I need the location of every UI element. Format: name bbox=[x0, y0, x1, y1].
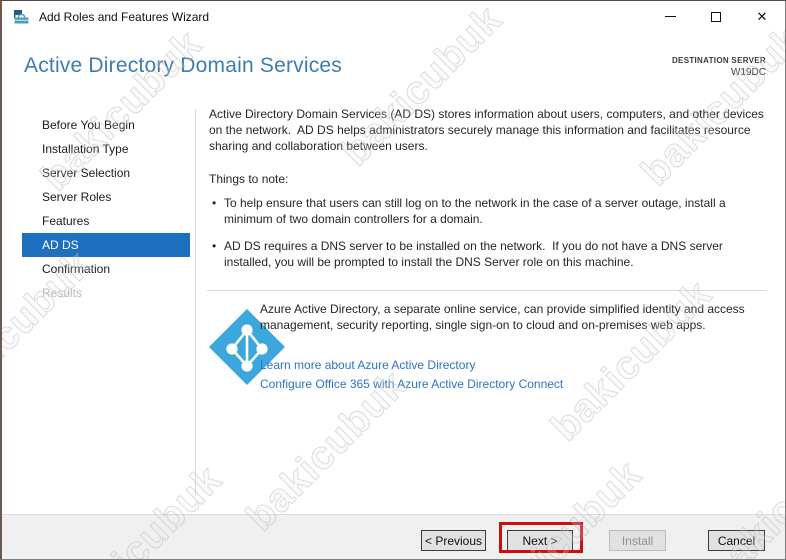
destination-server-block: DESTINATION SERVER W19DC bbox=[672, 56, 766, 78]
things-to-note-heading: Things to note: bbox=[209, 172, 289, 186]
learn-more-azure-link[interactable]: Learn more about Azure Active Directory bbox=[260, 358, 475, 372]
wizard-window: Add Roles and Features Wizard ✕ Active D… bbox=[0, 0, 786, 560]
destination-server-label: DESTINATION SERVER bbox=[671, 56, 766, 65]
minimize-button[interactable] bbox=[647, 1, 693, 32]
note-dns-server: AD DS requires a DNS server to be instal… bbox=[212, 238, 764, 270]
server-manager-icon bbox=[13, 9, 30, 25]
titlebar: Add Roles and Features Wizard ✕ bbox=[2, 1, 785, 32]
configure-office365-link[interactable]: Configure Office 365 with Azure Active D… bbox=[260, 377, 563, 391]
sidebar-item-installation-type[interactable]: Installation Type bbox=[22, 137, 190, 161]
sidebar-item-results: Results bbox=[42, 286, 83, 300]
adds-description-text: Active Directory Domain Services (AD DS)… bbox=[209, 107, 768, 153]
close-icon: ✕ bbox=[756, 9, 768, 24]
sidebar-item-server-selection[interactable]: Server Selection bbox=[22, 161, 190, 185]
sidebar-item-ad-ds[interactable]: AD DS bbox=[22, 233, 190, 257]
sidebar-item-confirmation[interactable]: Confirmation bbox=[22, 257, 190, 281]
page-title: Active Directory Domain Services bbox=[24, 54, 342, 77]
next-button[interactable]: Next > bbox=[507, 530, 573, 551]
maximize-button[interactable] bbox=[693, 1, 739, 32]
watermark-text: bakicubuk bbox=[542, 271, 721, 450]
content-divider bbox=[207, 290, 767, 291]
sidebar-item-features[interactable]: Features bbox=[22, 209, 190, 233]
azure-description-text: Azure Active Directory, a separate onlin… bbox=[260, 302, 749, 332]
window-title: Add Roles and Features Wizard bbox=[39, 9, 210, 24]
footer-bar bbox=[2, 514, 785, 559]
maximize-icon bbox=[711, 11, 721, 22]
sidebar-divider bbox=[195, 109, 196, 496]
note-domain-controllers: To help ensure that users can still log … bbox=[212, 195, 764, 227]
install-button[interactable]: Install bbox=[609, 530, 666, 551]
sidebar-item-server-roles[interactable]: Server Roles bbox=[22, 185, 190, 209]
close-button[interactable]: ✕ bbox=[739, 1, 785, 32]
sidebar-item-before-you-begin[interactable]: Before You Begin bbox=[22, 113, 190, 137]
cancel-button[interactable]: Cancel bbox=[708, 530, 765, 551]
previous-button[interactable]: < Previous bbox=[421, 530, 486, 551]
minimize-icon bbox=[664, 16, 676, 17]
things-to-note-list: To help ensure that users can still log … bbox=[212, 195, 764, 281]
destination-server-name: W19DC bbox=[730, 67, 766, 78]
window-controls: ✕ bbox=[647, 1, 785, 32]
wizard-steps-sidebar: Before You Begin Installation Type Serve… bbox=[22, 113, 190, 305]
